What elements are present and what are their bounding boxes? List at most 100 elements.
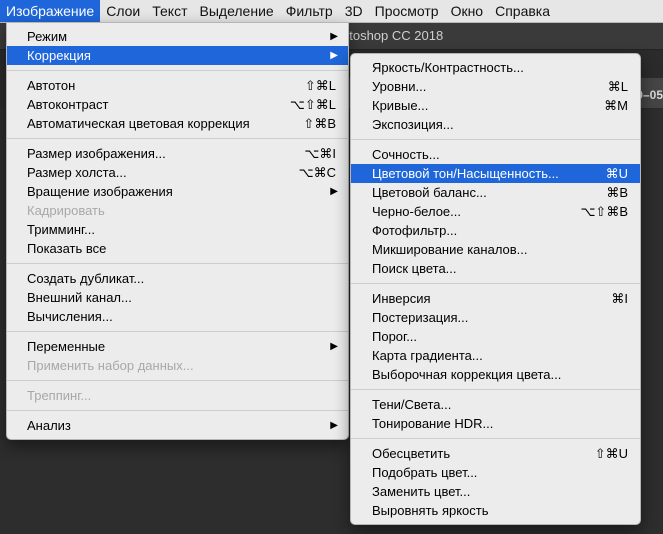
adjustments-item-0-3[interactable]: Экспозиция... [351,115,640,134]
adjustments-item-2-0[interactable]: Инверсия ⌘I [351,289,640,308]
menubar-item-0[interactable]: Изображение [0,0,101,22]
adjustments-item-4-3[interactable]: Выровнять яркость [351,501,640,520]
shortcut-label: ⇧⌘U [594,446,628,461]
menu-item-label: Яркость/Контрастность... [372,60,524,75]
menu-item-label: Порог... [372,329,418,344]
adjustments-item-4-1[interactable]: Подобрать цвет... [351,463,640,482]
shortcut-label: ⌘U [605,166,628,181]
menu-separator [7,70,348,71]
adjustments-item-1-5[interactable]: Микширование каналов... [351,240,640,259]
shortcut-label: ⌥⇧⌘B [580,204,628,219]
image-menu-item-2-5[interactable]: Показать все [7,239,348,258]
menu-item-label: Внешний канал... [27,290,132,305]
image-menu-item-1-1[interactable]: Автоконтраст ⌥⇧⌘L [7,95,348,114]
menubar-item-4[interactable]: Фильтр [280,0,339,22]
adjustments-item-2-2[interactable]: Порог... [351,327,640,346]
menu-separator [7,138,348,139]
adjustments-item-0-2[interactable]: Кривые... ⌘M [351,96,640,115]
window-title: otoshop CC 2018 [342,28,444,43]
image-menu-item-1-2[interactable]: Автоматическая цветовая коррекция ⇧⌘B [7,114,348,133]
submenu-arrow-icon: ▶ [330,341,338,352]
menubar-item-8[interactable]: Справка [489,0,556,22]
menu-item-label: Режим [27,29,68,44]
image-menu-dropdown: Режим ▶ Коррекция ▶ Автотон ⇧⌘L Автоконтраст ⌥⇧… [6,22,349,440]
adjustments-item-1-1[interactable]: Цветовой тон/Насыщенность... ⌘U [351,164,640,183]
menu-item-label: Выровнять яркость [372,503,489,518]
image-menu-item-2-2[interactable]: Вращение изображения ▶ [7,182,348,201]
menu-item-label: Карта градиента... [372,348,483,363]
menu-item-label: Размер холста... [27,165,127,180]
menu-separator [351,389,640,390]
shortcut-label: ⌥⇧⌘L [289,97,336,112]
adjustments-item-1-4[interactable]: Фотофильтр... [351,221,640,240]
submenu-arrow-icon: ▶ [330,186,338,197]
image-menu-item-5-0: Треппинг... [7,386,348,405]
image-menu-item-0-1[interactable]: Коррекция ▶ [7,46,348,65]
menu-item-label: Автоконтраст [27,97,109,112]
adjustments-item-2-1[interactable]: Постеризация... [351,308,640,327]
menu-item-label: Автотон [27,78,76,93]
image-menu-item-2-0[interactable]: Размер изображения... ⌥⌘I [7,144,348,163]
menu-item-label: Уровни... [372,79,427,94]
shortcut-label: ⌥⌘I [304,146,336,161]
menu-item-label: Кривые... [372,98,429,113]
menubar-item-2[interactable]: Текст [146,0,193,22]
menu-item-label: Вращение изображения [27,184,173,199]
image-menu-item-6-0[interactable]: Анализ ▶ [7,416,348,435]
menu-item-label: Поиск цвета... [372,261,457,276]
menu-item-label: Сочность... [372,147,440,162]
submenu-arrow-icon: ▶ [330,420,338,431]
menu-item-label: Инверсия [372,291,431,306]
adjustments-item-2-4[interactable]: Выборочная коррекция цвета... [351,365,640,384]
shortcut-label: ⌘I [611,291,628,306]
shortcut-label: ⇧⌘L [304,78,336,93]
menu-item-label: Цветовой баланс... [372,185,487,200]
image-menu-item-3-1[interactable]: Внешний канал... [7,288,348,307]
shortcut-label: ⌘B [606,185,628,200]
adjustments-item-1-6[interactable]: Поиск цвета... [351,259,640,278]
menu-item-label: Коррекция [27,48,91,63]
menu-item-label: Применить набор данных... [27,358,194,373]
menu-item-label: Создать дубликат... [27,271,145,286]
image-menu-item-2-1[interactable]: Размер холста... ⌥⌘C [7,163,348,182]
menu-separator [7,380,348,381]
menu-separator [7,263,348,264]
menu-item-label: Треппинг... [27,388,92,403]
adjustments-item-4-2[interactable]: Заменить цвет... [351,482,640,501]
menu-bar: Изображение Слои Текст Выделение Фильтр 3D Про… [0,0,663,23]
menubar-item-3[interactable]: Выделение [194,0,280,22]
image-menu-item-4-1: Применить набор данных... [7,356,348,375]
shortcut-label: ⇧⌘B [303,116,336,131]
menubar-item-1[interactable]: Слои [100,0,146,22]
shortcut-label: ⌘M [604,98,628,113]
menu-item-label: Показать все [27,241,107,256]
adjustments-item-4-0[interactable]: Обесцветить ⇧⌘U [351,444,640,463]
menu-item-label: Размер изображения... [27,146,166,161]
image-menu-item-3-0[interactable]: Создать дубликат... [7,269,348,288]
adjustments-item-1-2[interactable]: Цветовой баланс... ⌘B [351,183,640,202]
adjustments-item-3-1[interactable]: Тонирование HDR... [351,414,640,433]
menu-separator [351,139,640,140]
menu-item-label: Фотофильтр... [372,223,458,238]
adjustments-item-3-0[interactable]: Тени/Света... [351,395,640,414]
adjustments-item-0-1[interactable]: Уровни... ⌘L [351,77,640,96]
image-menu-item-2-3: Кадрировать [7,201,348,220]
image-menu-item-3-2[interactable]: Вычисления... [7,307,348,326]
adjustments-item-1-0[interactable]: Сочность... [351,145,640,164]
menu-separator [7,331,348,332]
menubar-item-5[interactable]: 3D [339,0,369,22]
image-menu-item-4-0[interactable]: Переменные ▶ [7,337,348,356]
image-menu-item-1-0[interactable]: Автотон ⇧⌘L [7,76,348,95]
image-menu-item-2-4[interactable]: Тримминг... [7,220,348,239]
adjustments-item-1-3[interactable]: Черно-белое... ⌥⇧⌘B [351,202,640,221]
menu-item-label: Подобрать цвет... [372,465,478,480]
adjustments-item-0-0[interactable]: Яркость/Контрастность... [351,58,640,77]
menubar-item-7[interactable]: Окно [445,0,490,22]
submenu-arrow-icon: ▶ [330,31,338,42]
menu-item-label: Заменить цвет... [372,484,471,499]
menu-item-label: Анализ [27,418,71,433]
adjustments-item-2-3[interactable]: Карта градиента... [351,346,640,365]
menubar-item-6[interactable]: Просмотр [369,0,445,22]
image-menu-item-0-0[interactable]: Режим ▶ [7,27,348,46]
menu-item-label: Тримминг... [27,222,96,237]
